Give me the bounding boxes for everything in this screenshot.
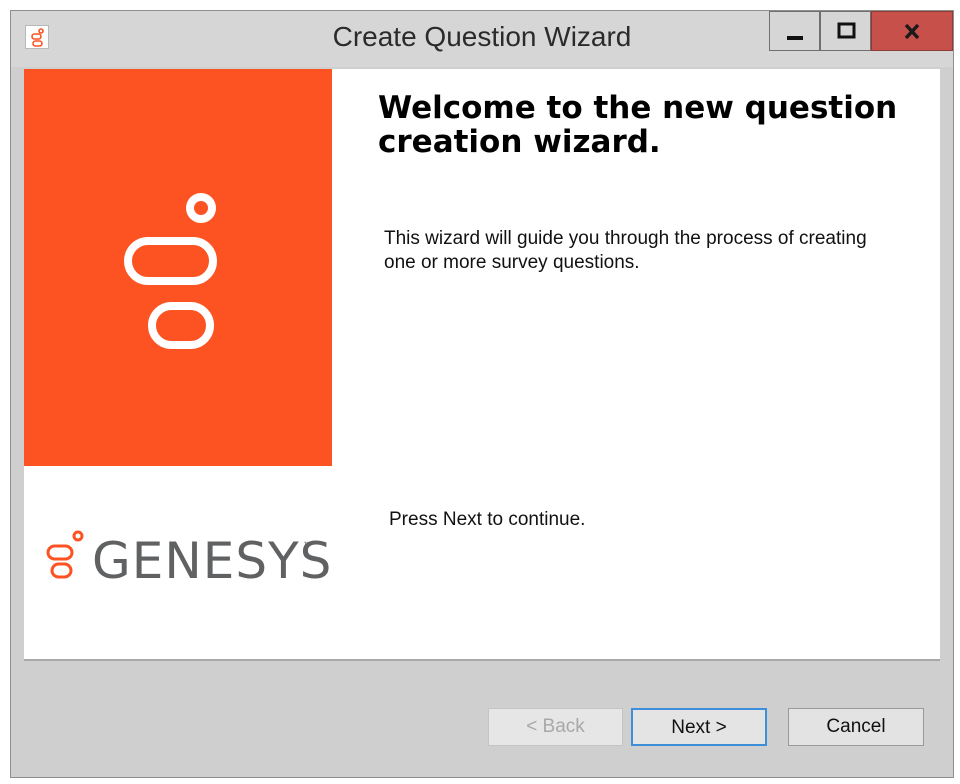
trademark-symbol: ™	[303, 540, 312, 550]
page-title: Welcome to the new question creation wiz…	[378, 90, 898, 160]
minimize-button[interactable]	[769, 11, 820, 51]
genesys-logo-icon	[46, 530, 84, 579]
minimize-icon	[787, 36, 803, 40]
next-button[interactable]: Next >	[631, 708, 767, 746]
close-button[interactable]	[871, 11, 953, 51]
intro-text: This wizard will guide you through the p…	[384, 228, 867, 273]
footer-separator	[24, 659, 940, 661]
brand-banner	[24, 69, 332, 466]
maximize-icon	[837, 22, 856, 39]
close-icon	[904, 23, 920, 40]
wizard-window: Create Question Wizard GENESYS ™ Welcome…	[10, 10, 954, 778]
continue-hint: Press Next to continue.	[389, 509, 586, 530]
genesys-logo-icon	[124, 193, 217, 349]
maximize-button[interactable]	[820, 11, 871, 51]
cancel-button[interactable]: Cancel	[788, 708, 924, 746]
back-button[interactable]: < Back	[488, 708, 623, 746]
wizard-content: GENESYS ™ Welcome to the new question cr…	[24, 69, 940, 659]
genesys-wordmark: GENESYS	[92, 532, 333, 590]
title-bar[interactable]: Create Question Wizard	[11, 11, 953, 67]
logo-area: GENESYS ™	[24, 466, 332, 659]
